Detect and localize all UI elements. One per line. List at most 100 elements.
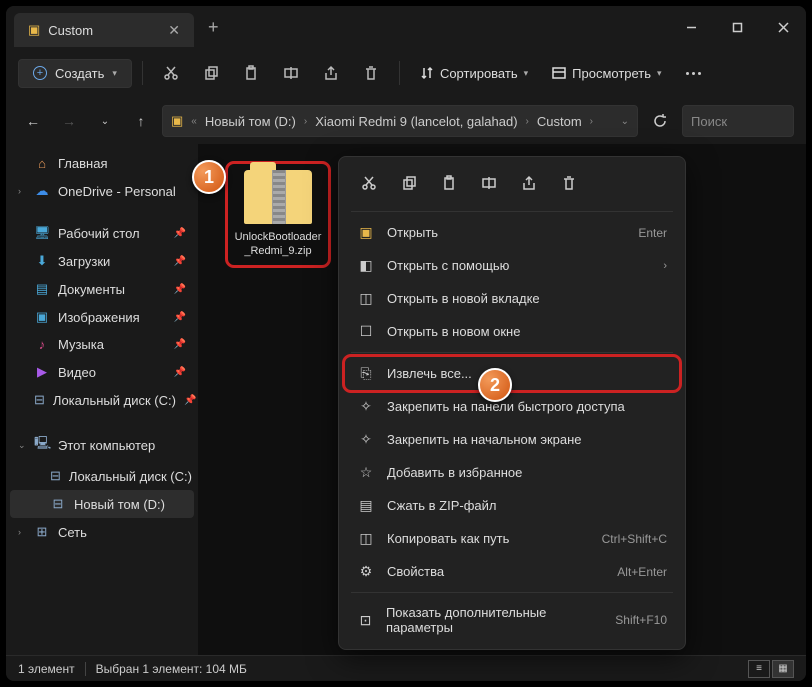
- home-icon: ⌂: [34, 156, 50, 171]
- sidebar-item-network[interactable]: ›⊞Сеть: [10, 518, 194, 546]
- window-icon: ☐: [357, 323, 375, 340]
- chevron-right-icon: ›: [18, 186, 21, 196]
- delete-icon[interactable]: [551, 167, 587, 199]
- cut-icon[interactable]: [153, 56, 189, 90]
- sidebar-item-localc2[interactable]: ⊟Локальный диск (C:): [10, 462, 194, 490]
- folder-icon: ▣: [357, 224, 375, 241]
- new-tab-button[interactable]: +: [194, 17, 233, 38]
- copy-icon[interactable]: [391, 167, 427, 199]
- paste-icon[interactable]: [233, 56, 269, 90]
- back-button[interactable]: ←: [18, 106, 48, 136]
- window-controls: [668, 6, 806, 48]
- ctx-more-options[interactable]: ⊡Показать дополнительные параметрыShift+…: [345, 597, 679, 643]
- star-icon: ☆: [357, 464, 375, 481]
- title-bar: ▣ Custom ✕ +: [6, 6, 806, 48]
- sidebar-item-thispc[interactable]: ⌄🖳Этот компьютер: [10, 428, 194, 462]
- sidebar-item-videos[interactable]: ▶Видео📌: [10, 358, 194, 386]
- ctx-pin-quick[interactable]: ✧Закрепить на панели быстрого доступа: [345, 390, 679, 423]
- search-input[interactable]: Поиск: [682, 105, 794, 137]
- toolbar: + Создать ▾ Сортировать ▾ Просмотреть ▾: [6, 48, 806, 98]
- ctx-compress[interactable]: ▤Сжать в ZIP-файл: [345, 489, 679, 522]
- pin-icon: 📌: [174, 284, 186, 295]
- pc-icon: 🖳: [34, 434, 50, 456]
- sidebar-item-home[interactable]: ⌂Главная: [10, 150, 194, 177]
- download-icon: ⬇: [34, 253, 50, 269]
- folder-icon: ▣: [28, 22, 40, 38]
- file-name: UnlockBootloader_Redmi_9.zip: [234, 230, 322, 259]
- share-icon[interactable]: [313, 56, 349, 90]
- cloud-icon: ☁: [34, 183, 50, 199]
- network-icon: ⊞: [34, 524, 50, 540]
- sidebar-item-desktop[interactable]: 🖥Рабочий стол📌: [10, 219, 194, 247]
- close-button[interactable]: [760, 6, 806, 48]
- zip-icon: [244, 170, 312, 224]
- breadcrumb[interactable]: ▣ « Новый том (D:) › Xiaomi Redmi 9 (lan…: [162, 105, 638, 137]
- chevron-down-icon: ▾: [112, 68, 117, 79]
- chevron-right-icon: ›: [18, 527, 21, 537]
- create-button[interactable]: + Создать ▾: [18, 59, 132, 88]
- address-bar: ← → ⌄ ↑ ▣ « Новый том (D:) › Xiaomi Redm…: [6, 98, 806, 144]
- create-label: Создать: [55, 66, 104, 81]
- open-with-icon: ◧: [357, 257, 375, 274]
- context-icon-row: [345, 163, 679, 207]
- ctx-properties[interactable]: ⚙СвойстваAlt+Enter: [345, 555, 679, 588]
- tab-custom[interactable]: ▣ Custom ✕: [14, 13, 194, 47]
- sidebar-item-documents[interactable]: ▤Документы📌: [10, 275, 194, 303]
- breadcrumb-segment[interactable]: Custom: [537, 114, 582, 129]
- video-icon: ▶: [34, 364, 50, 380]
- rename-icon[interactable]: [273, 56, 309, 90]
- ctx-extract-all[interactable]: ⎘Извлечь все...: [345, 357, 679, 390]
- status-count: 1 элемент: [18, 662, 75, 676]
- file-item-zip[interactable]: UnlockBootloader_Redmi_9.zip: [228, 164, 328, 265]
- tab-title: Custom: [48, 23, 93, 38]
- ctx-copy-path[interactable]: ◫Копировать как путьCtrl+Shift+C: [345, 522, 679, 555]
- sort-button[interactable]: Сортировать ▾: [410, 60, 538, 87]
- drive-icon: ⊟: [34, 392, 45, 408]
- extract-icon: ⎘: [357, 365, 375, 382]
- pin-icon: 📌: [174, 256, 186, 267]
- pin-icon: ✧: [357, 431, 375, 448]
- forward-button[interactable]: →: [54, 106, 84, 136]
- cut-icon[interactable]: [351, 167, 387, 199]
- sidebar-item-newvol[interactable]: ⊟Новый том (D:): [10, 490, 194, 518]
- ctx-open-window[interactable]: ☐Открыть в новом окне: [345, 315, 679, 348]
- close-tab-icon[interactable]: ✕: [168, 22, 180, 39]
- plus-icon: +: [33, 66, 47, 80]
- minimize-button[interactable]: [668, 6, 714, 48]
- rename-icon[interactable]: [471, 167, 507, 199]
- refresh-button[interactable]: [644, 105, 676, 137]
- pin-icon: 📌: [174, 312, 186, 323]
- folder-icon: ▣: [171, 113, 183, 129]
- sidebar-item-downloads[interactable]: ⬇Загрузки📌: [10, 247, 194, 275]
- drive-icon: ⊟: [50, 468, 61, 484]
- drive-icon: ⊟: [50, 496, 66, 512]
- ctx-add-favorites[interactable]: ☆Добавить в избранное: [345, 456, 679, 489]
- pin-icon: 📌: [184, 395, 196, 406]
- ctx-open-tab[interactable]: ◫Открыть в новой вкладке: [345, 282, 679, 315]
- pin-icon: ✧: [357, 398, 375, 415]
- ctx-pin-start[interactable]: ✧Закрепить на начальном экране: [345, 423, 679, 456]
- breadcrumb-segment[interactable]: Xiaomi Redmi 9 (lancelot, galahad): [315, 114, 517, 129]
- chevron-down-icon[interactable]: ⌄: [90, 106, 120, 136]
- paste-icon[interactable]: [431, 167, 467, 199]
- ctx-open[interactable]: ▣ОткрытьEnter: [345, 216, 679, 249]
- music-icon: ♪: [34, 337, 50, 352]
- callout-badge-2: 2: [478, 368, 512, 402]
- sidebar-item-pictures[interactable]: ▣Изображения📌: [10, 303, 194, 331]
- more-icon: ⊡: [357, 612, 374, 629]
- view-button[interactable]: Просмотреть ▾: [542, 60, 671, 87]
- sidebar-item-localc[interactable]: ⊟Локальный диск (C:)📌: [10, 386, 194, 414]
- view-icons-button[interactable]: ▦: [772, 660, 794, 678]
- sidebar-item-music[interactable]: ♪Музыка📌: [10, 331, 194, 358]
- breadcrumb-segment[interactable]: Новый том (D:): [205, 114, 296, 129]
- share-icon[interactable]: [511, 167, 547, 199]
- up-button[interactable]: ↑: [126, 106, 156, 136]
- copy-icon[interactable]: [193, 56, 229, 90]
- chevron-down-icon: ⌄: [18, 440, 26, 451]
- ctx-open-with[interactable]: ◧Открыть с помощью›: [345, 249, 679, 282]
- delete-icon[interactable]: [353, 56, 389, 90]
- maximize-button[interactable]: [714, 6, 760, 48]
- view-details-button[interactable]: ≡: [748, 660, 770, 678]
- sidebar-item-onedrive[interactable]: ›☁OneDrive - Personal: [10, 177, 194, 205]
- more-options-button[interactable]: [676, 72, 711, 75]
